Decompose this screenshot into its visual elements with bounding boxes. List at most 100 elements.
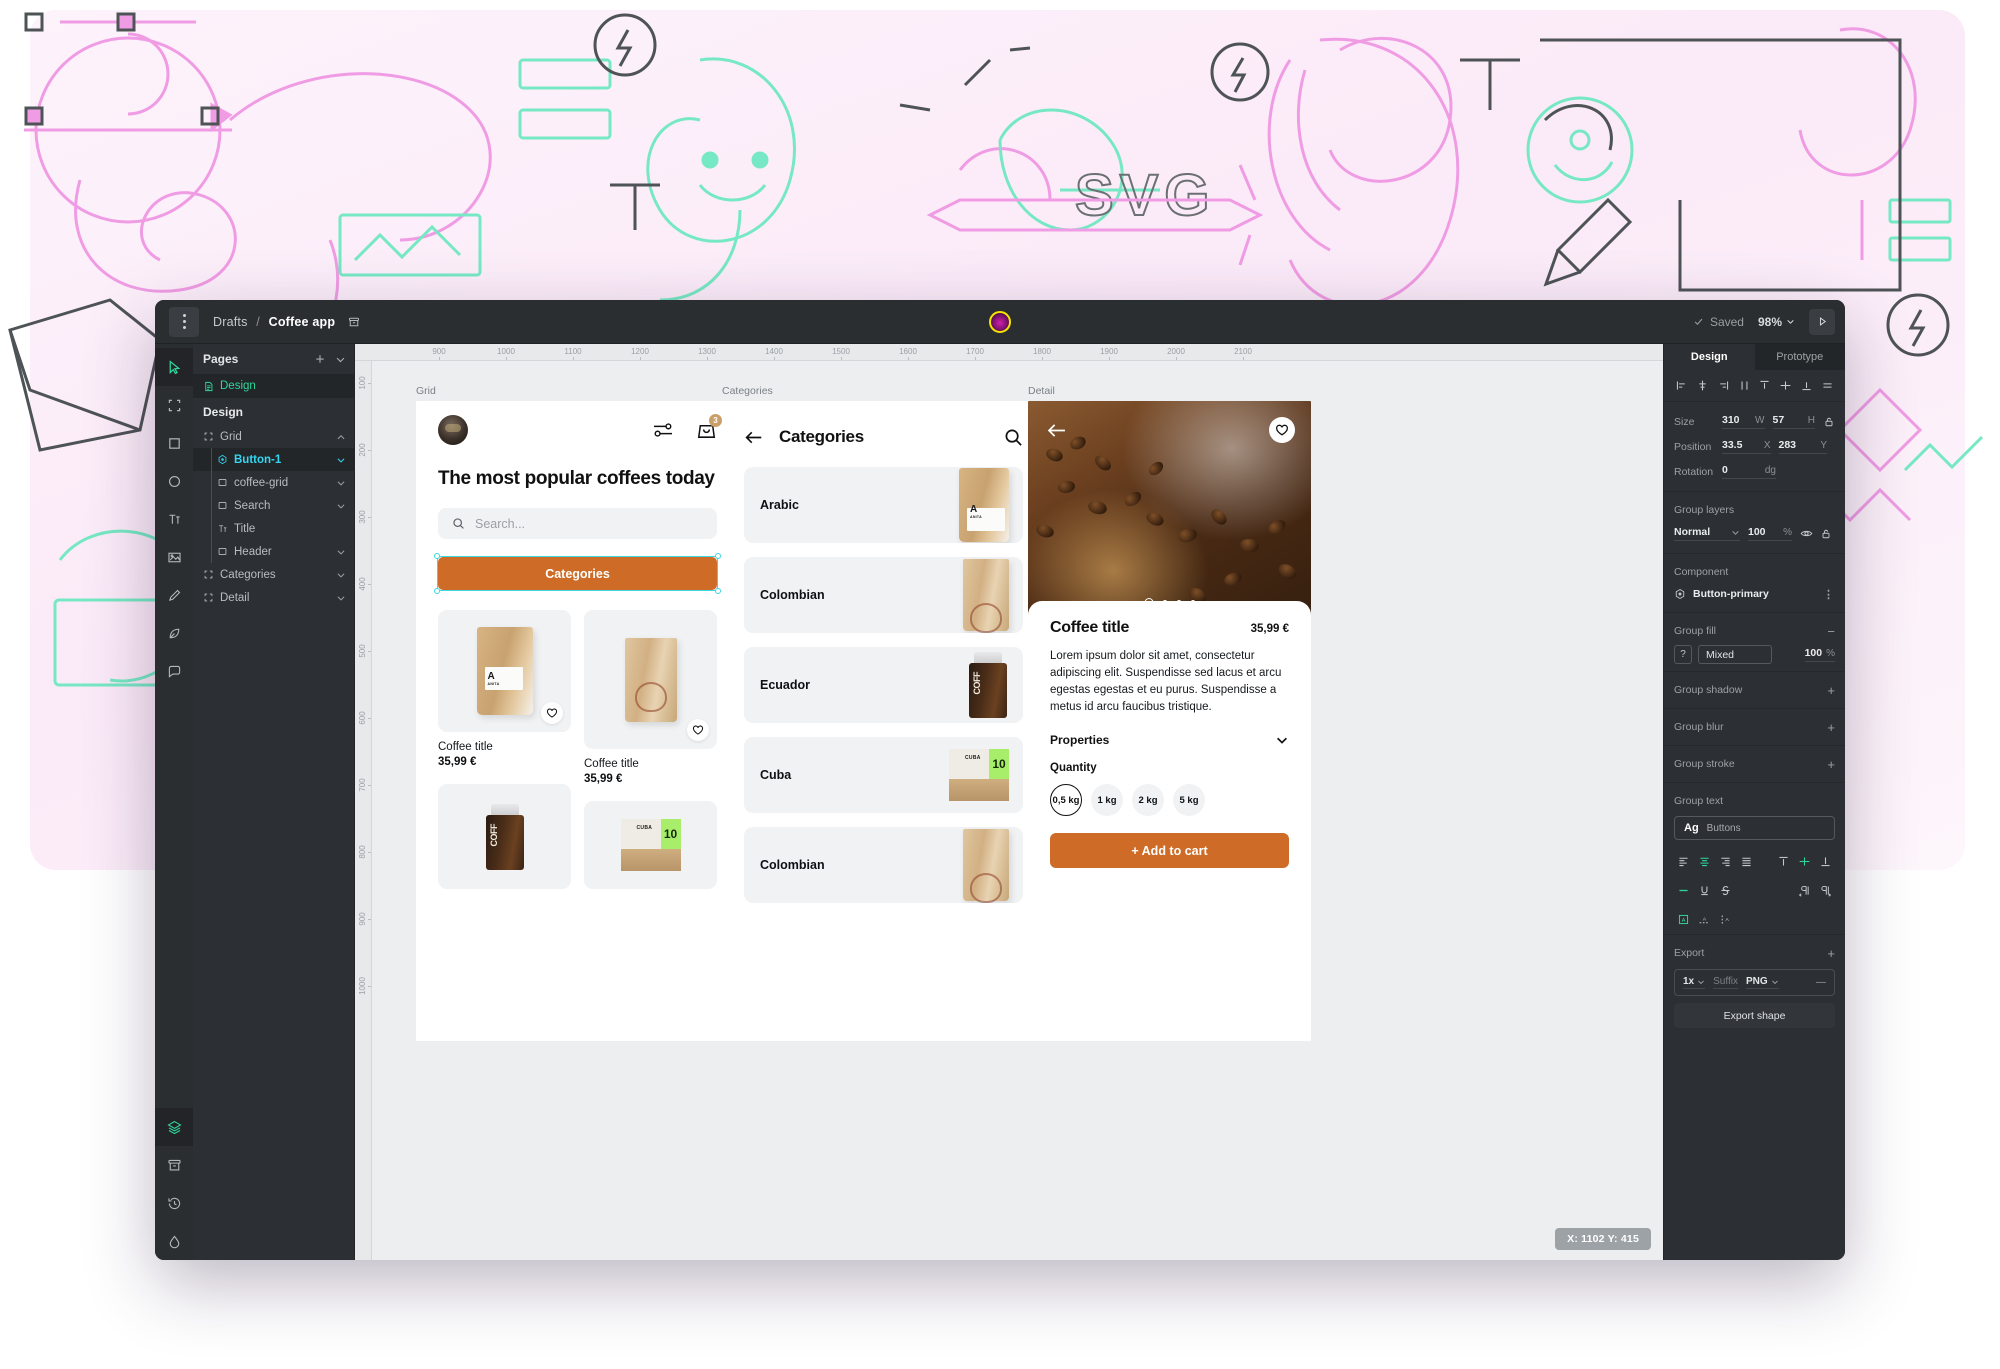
quantity-option[interactable]: 0,5 kg (1050, 784, 1082, 817)
detail-favorite-button[interactable] (1269, 417, 1295, 443)
text-valign-bottom-icon[interactable] (1815, 852, 1836, 871)
filter-button[interactable] (652, 421, 674, 439)
group-stroke-add-button[interactable]: + (1827, 758, 1835, 771)
export-remove-button[interactable]: — (1816, 977, 1826, 988)
rectangle-tool[interactable] (155, 424, 193, 462)
present-button[interactable] (1809, 308, 1835, 335)
layers-tool[interactable] (155, 1108, 193, 1146)
text-align-left-icon[interactable] (1673, 852, 1694, 871)
align-right-icon[interactable] (1714, 376, 1733, 395)
artboard-categories[interactable]: Categories Arabic A ANITA Colombian Ecua… (722, 401, 1045, 1041)
breadcrumb-root[interactable]: Drafts (213, 315, 248, 329)
avatar[interactable] (438, 415, 468, 445)
product-card[interactable] (584, 610, 717, 750)
selection-handle-tr[interactable] (715, 553, 721, 560)
lock-layer-icon[interactable] (1820, 528, 1832, 540)
fill-opacity-field[interactable]: 100 % (1804, 647, 1835, 662)
distribute-horizontal-icon[interactable] (1735, 376, 1754, 395)
main-menu-button[interactable] (169, 306, 199, 337)
export-shape-button[interactable]: Export shape (1674, 1003, 1835, 1028)
layer-row-grid[interactable]: Grid (193, 425, 354, 448)
product-card[interactable]: 10 CUBA (584, 801, 717, 890)
ellipse-tool[interactable] (155, 462, 193, 500)
chevron-down-icon[interactable] (336, 455, 346, 465)
search-button[interactable] (1004, 428, 1023, 447)
align-left-icon[interactable] (1672, 376, 1691, 395)
fill-value-field[interactable]: Mixed (1698, 645, 1772, 664)
frame-tool[interactable] (155, 386, 193, 424)
category-row[interactable]: Ecuador (744, 647, 1023, 723)
quantity-option[interactable]: 2 kg (1132, 784, 1164, 817)
layer-row-title[interactable]: Title (193, 517, 354, 540)
category-row[interactable]: Colombian (744, 557, 1023, 633)
width-field[interactable]: 310 W (1722, 414, 1765, 429)
artboard-detail[interactable]: Coffee title 35,99 € Lorem ipsum dolor s… (1028, 401, 1311, 1041)
assets-tool[interactable] (155, 1146, 193, 1184)
align-bottom-icon[interactable] (1797, 376, 1816, 395)
page-item-design[interactable]: Design (193, 374, 354, 398)
layer-row-button-1[interactable]: Button-1 (193, 448, 354, 471)
position-y-field[interactable]: 283 Y (1778, 439, 1827, 454)
artboard-grid[interactable]: 3 The most popular coffees today Search.… (416, 401, 739, 1041)
group-fill-remove-button[interactable]: − (1827, 625, 1835, 638)
product-card[interactable]: A ANITA (438, 610, 571, 733)
product-card[interactable] (438, 784, 571, 890)
text-autowidth-icon[interactable]: A (1694, 910, 1715, 929)
align-center-vertical-icon[interactable] (1776, 376, 1795, 395)
collapse-pages-icon[interactable] (335, 354, 346, 365)
height-field[interactable]: 57 H (1772, 414, 1815, 429)
archive-icon[interactable] (348, 316, 360, 328)
detail-hero-image[interactable] (1028, 401, 1311, 619)
zoom-level-dropdown[interactable]: 98% (1758, 315, 1795, 329)
align-top-icon[interactable] (1755, 376, 1774, 395)
text-direction-ltr-icon[interactable] (1794, 881, 1815, 900)
layer-row-search[interactable]: Search (193, 494, 354, 517)
text-strikethrough-icon[interactable] (1715, 881, 1736, 900)
category-row[interactable]: Colombian (744, 827, 1023, 903)
distribute-vertical-icon[interactable] (1818, 376, 1837, 395)
group-shadow-add-button[interactable]: + (1827, 684, 1835, 697)
chevron-up-icon[interactable] (336, 432, 346, 442)
image-tool[interactable] (155, 538, 193, 576)
styles-tool[interactable] (155, 1222, 193, 1260)
chevron-down-icon[interactable] (336, 547, 346, 557)
text-none-icon[interactable] (1673, 881, 1694, 900)
user-avatar-badge[interactable] (989, 310, 1011, 333)
text-valign-top-icon[interactable] (1773, 852, 1794, 871)
cart-button[interactable]: 3 (696, 413, 722, 441)
detail-back-button[interactable] (1046, 423, 1067, 438)
favorite-button[interactable] (541, 702, 563, 725)
export-format-dropdown[interactable]: PNG (1745, 976, 1779, 989)
pen-tool[interactable] (155, 614, 193, 652)
category-row[interactable]: Arabic A ANITA (744, 467, 1023, 543)
fill-swatch[interactable]: ? (1674, 645, 1692, 664)
export-add-button[interactable]: + (1827, 947, 1835, 960)
artboard-label-categories[interactable]: Categories (722, 385, 773, 397)
text-style-field[interactable]: Ag Buttons (1674, 816, 1835, 840)
component-row[interactable]: Button-primary ⋮ (1674, 583, 1835, 605)
canvas[interactable]: 900 1000 1100 1200 1300 1400 1500 1600 1700 1800 1… (355, 344, 1663, 1260)
category-row[interactable]: Cuba 10 CUBA (744, 737, 1023, 813)
breadcrumb-file[interactable]: Coffee app (269, 315, 336, 329)
properties-accordion[interactable]: Properties (1050, 733, 1289, 747)
text-tool[interactable] (155, 500, 193, 538)
chevron-down-icon[interactable] (336, 501, 346, 511)
add-to-cart-button[interactable]: + Add to cart (1050, 833, 1289, 869)
history-tool[interactable] (155, 1184, 193, 1222)
text-align-center-icon[interactable] (1694, 852, 1715, 871)
export-suffix-field[interactable]: Suffix (1713, 976, 1738, 989)
rotation-field[interactable]: 0 dg (1722, 464, 1776, 479)
chevron-down-icon[interactable] (336, 478, 346, 488)
categories-button[interactable]: Categories (434, 553, 721, 595)
artboard-label-grid[interactable]: Grid (416, 385, 436, 397)
text-autosize-icon[interactable]: A (1673, 910, 1694, 929)
move-tool[interactable] (155, 348, 193, 386)
text-autoheight-icon[interactable]: A (1715, 910, 1736, 929)
chevron-down-icon[interactable] (336, 593, 346, 603)
opacity-field[interactable]: 100 % (1748, 526, 1792, 541)
artboard-area[interactable]: Grid 3 The most popular coffees today Se… (372, 361, 1663, 1260)
text-direction-rtl-icon[interactable] (1815, 881, 1836, 900)
text-align-justify-icon[interactable] (1736, 852, 1757, 871)
artboard-label-detail[interactable]: Detail (1028, 385, 1055, 397)
lock-aspect-icon[interactable] (1823, 416, 1835, 428)
